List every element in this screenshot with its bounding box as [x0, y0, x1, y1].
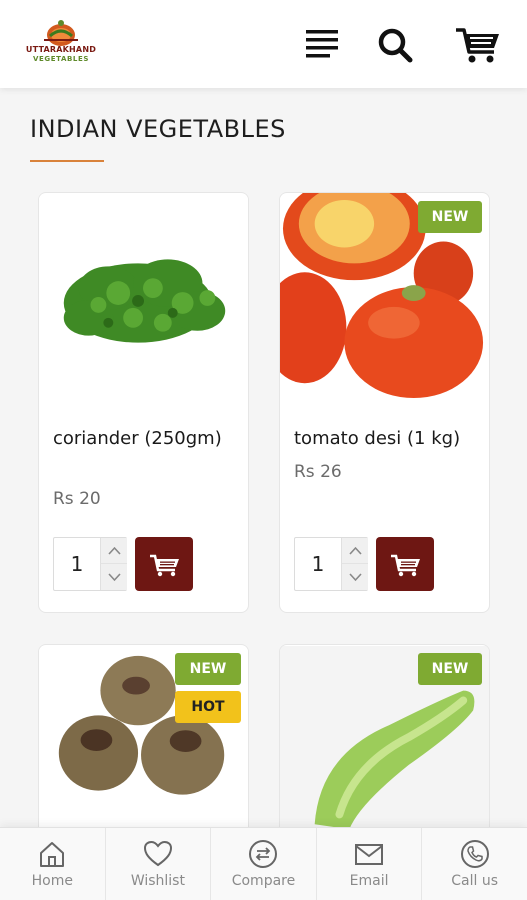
nav-label: Compare — [231, 873, 296, 889]
phone-icon — [460, 840, 489, 868]
logo-emblem-icon — [44, 20, 78, 46]
nav-email[interactable]: Email — [316, 828, 423, 900]
product-image-coriander[interactable] — [39, 193, 248, 405]
increment-button[interactable] — [341, 538, 368, 564]
home-icon — [40, 842, 65, 867]
search-icon[interactable] — [372, 22, 418, 68]
email-icon — [355, 844, 384, 865]
product-name[interactable]: coriander (250gm) — [53, 425, 243, 452]
bottom-navigation: Home Wishlist Compare Email Call us — [0, 827, 527, 900]
quantity-stepper[interactable]: 1 — [53, 537, 127, 591]
product-price: Rs 20 — [53, 489, 101, 509]
site-logo[interactable]: UTTARAKHAND VEGETABLES — [20, 18, 102, 70]
quantity-value[interactable]: 1 — [295, 538, 341, 590]
title-underline — [30, 160, 104, 162]
decrement-button[interactable] — [100, 564, 127, 590]
section-title: INDIAN VEGETABLES — [30, 115, 286, 143]
heart-icon — [143, 840, 172, 867]
product-price: Rs 26 — [294, 462, 342, 482]
product-card[interactable]: coriander (250gm) Rs 20 1 — [38, 192, 249, 613]
product-name[interactable]: tomato desi (1 kg) — [294, 425, 484, 452]
app-header: UTTARAKHAND VEGETABLES — [0, 0, 527, 88]
chevron-down-icon — [108, 573, 121, 582]
product-card[interactable]: NEW tomato desi (1 kg) Rs 26 1 — [279, 192, 490, 613]
quantity-value[interactable]: 1 — [54, 538, 100, 590]
chevron-down-icon — [349, 573, 362, 582]
new-badge: NEW — [418, 653, 482, 685]
nav-label: Wishlist — [130, 873, 185, 889]
nav-label: Email — [349, 873, 389, 889]
menu-icon[interactable] — [300, 22, 346, 68]
decrement-button[interactable] — [341, 564, 368, 590]
chevron-up-icon — [349, 546, 362, 555]
nav-label: Call us — [451, 873, 499, 889]
cart-icon[interactable] — [454, 22, 500, 68]
cart-icon — [150, 554, 179, 577]
quantity-stepper[interactable]: 1 — [294, 537, 368, 591]
nav-home[interactable]: Home — [0, 828, 106, 900]
logo-text-secondary: VEGETABLES — [33, 55, 89, 63]
add-to-cart-button[interactable] — [376, 537, 434, 591]
nav-call-us[interactable]: Call us — [422, 828, 527, 900]
nav-wishlist[interactable]: Wishlist — [105, 828, 212, 900]
new-badge: NEW — [175, 653, 241, 685]
chevron-up-icon — [108, 546, 121, 555]
compare-icon — [249, 840, 278, 868]
increment-button[interactable] — [100, 538, 127, 564]
logo-text-primary: UTTARAKHAND — [25, 45, 97, 54]
hot-badge: HOT — [175, 691, 241, 723]
nav-label: Home — [31, 873, 73, 889]
add-to-cart-button[interactable] — [135, 537, 193, 591]
nav-compare[interactable]: Compare — [211, 828, 317, 900]
cart-icon — [391, 554, 420, 577]
new-badge: NEW — [418, 201, 482, 233]
